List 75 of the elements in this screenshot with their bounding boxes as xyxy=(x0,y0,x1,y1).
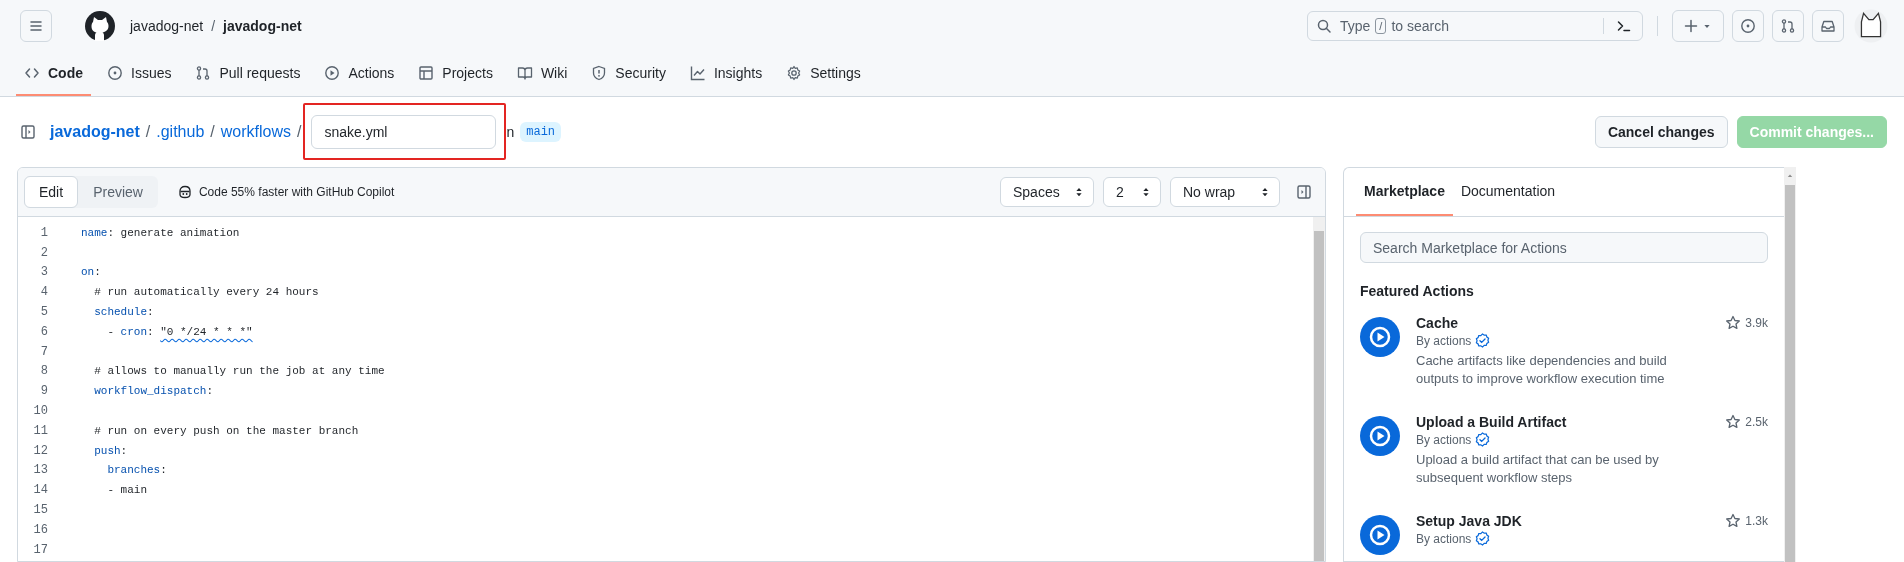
code-line: push: xyxy=(93,444,128,457)
line-number: 6 xyxy=(39,324,48,339)
code-line: # run automatically every 24 hours xyxy=(93,286,319,299)
line-number: 17 xyxy=(32,542,48,557)
line-number: 3 xyxy=(39,265,48,280)
search-hint: Type xyxy=(1340,18,1371,34)
filename-field[interactable]: snake.yml xyxy=(311,115,497,149)
repo-tab[interactable]: Wiki xyxy=(508,52,576,96)
breadcrumb-separator: / xyxy=(297,123,302,141)
code-line: # allows to manually run the job at any time xyxy=(93,365,385,378)
breadcrumb-link[interactable]: .github xyxy=(156,123,205,141)
owner-link[interactable]: javadog-net xyxy=(130,18,204,34)
code-line: branches: xyxy=(106,464,167,477)
line-number: 12 xyxy=(32,443,48,458)
repo-tab[interactable]: Pull requests xyxy=(187,52,309,96)
line-number: 14 xyxy=(32,483,48,498)
action-description: Upload a build artifact that can be used by subsequent workflow steps xyxy=(1416,451,1660,487)
panel-tab[interactable]: Marketplace xyxy=(1356,168,1453,216)
star-count: 1.3k xyxy=(1745,514,1768,528)
branch-label[interactable]: main xyxy=(520,122,562,142)
breadcrumb-separator: / xyxy=(210,123,215,141)
select-dropdown[interactable]: Spaces xyxy=(1000,177,1094,207)
action-title[interactable]: Setup Java JDK xyxy=(1416,513,1522,529)
repo-tab[interactable]: Code xyxy=(16,52,91,96)
repo-tab[interactable]: Settings xyxy=(778,52,869,96)
code-line: - cron: "0 */24 * * *" xyxy=(106,325,253,338)
line-number: 2 xyxy=(39,245,48,260)
mode-tab[interactable]: Edit xyxy=(24,176,79,208)
repo-tab[interactable]: Actions xyxy=(316,52,403,96)
star-count: 3.9k xyxy=(1745,316,1768,330)
author-label: By actions xyxy=(1416,432,1472,447)
code-line: name: generate animation xyxy=(81,226,240,239)
line-number: 10 xyxy=(32,404,48,419)
author-label: By actions xyxy=(1416,531,1472,546)
line-number: 4 xyxy=(39,285,48,300)
line-number: 5 xyxy=(39,305,48,320)
cancel-button[interactable]: Cancel changes xyxy=(1594,116,1728,148)
breadcrumb-separator: / xyxy=(211,18,216,34)
breadcrumb-link[interactable]: workflows xyxy=(220,123,291,141)
breadcrumb-link[interactable]: javadog-net xyxy=(50,123,140,141)
select-dropdown[interactable]: No wrap xyxy=(1170,177,1280,207)
code-line: schedule: xyxy=(93,306,154,319)
star-count: 2.5k xyxy=(1745,415,1768,429)
repo-tab[interactable]: Insights xyxy=(681,52,771,96)
author-label: By actions xyxy=(1416,333,1472,348)
line-number: 13 xyxy=(32,463,48,478)
action-description: Cache artifacts like dependencies and build outputs to improve workflow execution time xyxy=(1416,352,1668,388)
search-field[interactable]: Type / to search xyxy=(1307,11,1643,41)
section-heading: Featured Actions xyxy=(1360,283,1475,299)
line-number: 7 xyxy=(39,344,48,359)
line-number: 8 xyxy=(39,364,48,379)
line-number: 15 xyxy=(32,503,48,518)
mode-tab[interactable]: Preview xyxy=(78,176,158,208)
code-line: on: xyxy=(81,266,101,279)
copilot-promo: Code 55% faster with GitHub Copilot xyxy=(198,185,395,199)
line-number: 9 xyxy=(39,384,48,399)
repo-tab[interactable]: Projects xyxy=(410,52,501,96)
code-line: # run on every push on the master branch xyxy=(93,424,359,437)
code-line: - main xyxy=(106,484,147,497)
search-hint: to search xyxy=(1391,18,1449,34)
code-line: workflow_dispatch: xyxy=(93,385,214,398)
repo-link[interactable]: javadog-net xyxy=(223,18,302,34)
shortcut-key: / xyxy=(1375,18,1387,34)
in-label: n xyxy=(506,124,515,140)
repo-tab[interactable]: Issues xyxy=(99,52,180,96)
line-number: 11 xyxy=(32,423,48,438)
select-dropdown[interactable]: 2 xyxy=(1103,177,1161,207)
breadcrumb-separator: / xyxy=(145,123,151,141)
action-title[interactable]: Upload a Build Artifact xyxy=(1416,414,1567,430)
line-number: 16 xyxy=(32,522,48,537)
panel-tab[interactable]: Documentation xyxy=(1452,168,1564,216)
repo-tab[interactable]: Security xyxy=(583,52,674,96)
line-number: 1 xyxy=(39,225,48,240)
marketplace-search-field[interactable]: Search Marketplace for Actions xyxy=(1360,232,1768,263)
action-title[interactable]: Cache xyxy=(1416,315,1459,331)
